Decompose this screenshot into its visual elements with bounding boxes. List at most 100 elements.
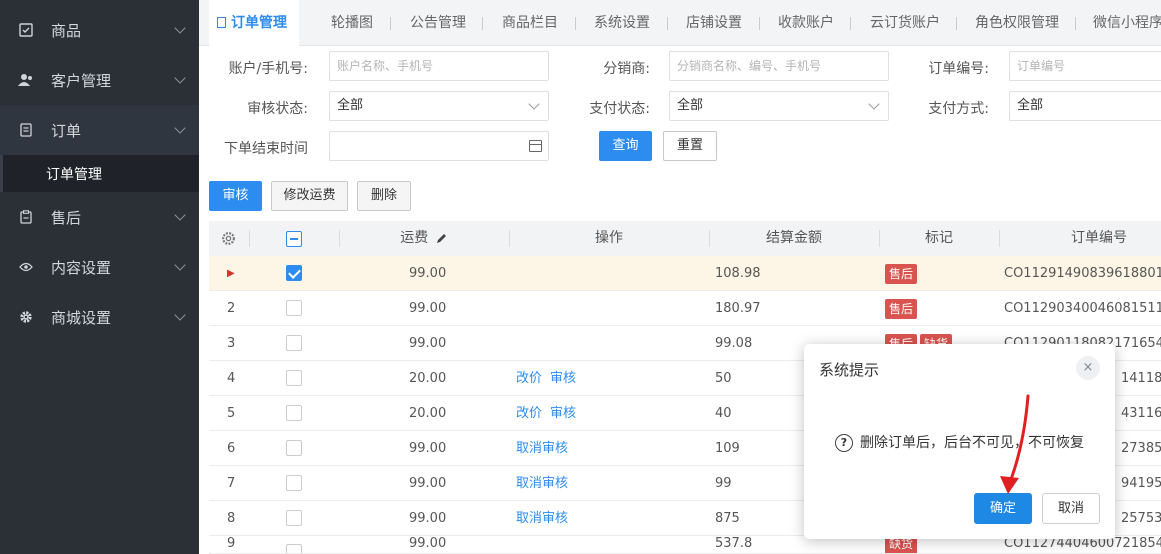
row-checkbox[interactable] (286, 300, 302, 316)
file-icon (217, 17, 226, 28)
row-checkbox[interactable] (286, 405, 302, 421)
sidebar-item-content-settings[interactable]: 内容设置 (0, 242, 199, 292)
tab-wechat-mini-program[interactable]: 微信小程序 (1093, 0, 1161, 46)
tab-payment-accounts[interactable]: 收款账户 (778, 0, 834, 46)
row-checkbox[interactable] (286, 265, 302, 281)
freight-cell: 99.00 (409, 511, 447, 526)
row-checkbox[interactable] (286, 475, 302, 491)
row-index: 5 (227, 406, 236, 421)
chevron-down-icon (174, 209, 186, 221)
end-time-label: 下单结束时间 (224, 141, 308, 157)
audit-link[interactable]: 审核 (550, 406, 576, 421)
audit-button[interactable]: 审核 (209, 181, 262, 211)
order-no-cell: 141183 (1121, 371, 1161, 386)
row-index: 7 (227, 476, 236, 491)
cancel-audit-link[interactable]: 取消审核 (516, 511, 568, 526)
order-no-cell: 257535 (1121, 511, 1161, 526)
tab-announcements[interactable]: 公告管理 (410, 0, 466, 46)
chevron-down-icon (174, 259, 186, 271)
table-row[interactable]: ▶ 99.00 108.98 售后 CO1129149083961880191 (209, 256, 1161, 291)
edit-freight-button[interactable]: 修改运费 (271, 181, 348, 211)
pay-status-select[interactable]: 全部 (669, 91, 889, 121)
sidebar-item-orders[interactable]: 订单 (0, 105, 199, 155)
confirm-button[interactable]: 确定 (974, 493, 1032, 524)
row-checkbox[interactable] (286, 335, 302, 351)
audit-status-select[interactable]: 全部 (329, 91, 549, 121)
sidebar-item-customers[interactable]: 客户管理 (0, 55, 199, 105)
distributor-label: 分销商: (603, 61, 650, 77)
pay-status-value: 全部 (677, 98, 704, 113)
amount-cell: 50 (715, 371, 732, 386)
tags-cell: 售后 (885, 256, 920, 291)
tab-carousel[interactable]: 轮播图 (331, 0, 373, 46)
sidebar-subitem-order-management[interactable]: 订单管理 (0, 155, 199, 192)
tab-order-management[interactable]: 订单管理 (209, 0, 299, 46)
change-price-link[interactable]: 改价 (516, 406, 542, 421)
tab-cloud-order-accounts[interactable]: 云订货账户 (870, 0, 940, 46)
freight-cell: 99.00 (409, 441, 447, 456)
tags-cell: 售后 (885, 291, 920, 326)
freight-cell: 20.00 (409, 406, 447, 421)
close-icon[interactable]: × (1076, 356, 1100, 380)
tab-product-columns[interactable]: 商品栏目 (502, 0, 558, 46)
order-no-cell: CO1129149083961880191 (1004, 266, 1161, 281)
query-button[interactable]: 查询 (599, 131, 652, 161)
chevron-down-icon (174, 122, 186, 134)
reset-button[interactable]: 重置 (663, 131, 717, 161)
gear-icon (18, 309, 34, 325)
tab-system-settings[interactable]: 系统设置 (594, 0, 650, 46)
freight-cell: 99.00 (409, 536, 447, 551)
pay-method-value: 全部 (1017, 98, 1044, 113)
tab-bar: 订单管理 轮播图 公告管理 商品栏目 系统设置 店铺设置 收款账户 云订货账户 … (199, 0, 1161, 46)
tab-role-permissions[interactable]: 角色权限管理 (975, 0, 1059, 46)
checkbox-icon (18, 22, 34, 38)
row-index: 3 (227, 336, 236, 351)
column-header-amount[interactable]: 结算金额 (709, 221, 879, 256)
amount-cell: 875 (715, 511, 740, 526)
eye-icon (18, 259, 34, 275)
select-all-checkbox[interactable] (286, 231, 302, 247)
tab-store-settings[interactable]: 店铺设置 (686, 0, 742, 46)
account-input[interactable]: 账户名称、手机号 (329, 51, 549, 81)
amount-cell: 99.08 (715, 336, 753, 351)
chevron-down-icon (174, 309, 186, 321)
after-sales-tag: 售后 (885, 298, 918, 319)
order-no-input[interactable]: 订单编号 (1009, 51, 1161, 81)
amount-cell: 99 (715, 476, 732, 491)
sidebar-item-after-sales[interactable]: 售后 (0, 192, 199, 242)
cancel-audit-link[interactable]: 取消审核 (516, 441, 568, 456)
chevron-down-icon (528, 98, 540, 110)
change-price-link[interactable]: 改价 (516, 371, 542, 386)
order-no-label: 订单编号: (928, 61, 989, 77)
tab-separator (1075, 17, 1076, 30)
cancel-audit-link[interactable]: 取消审核 (516, 476, 568, 491)
row-index: 8 (227, 511, 236, 526)
sidebar-item-label: 订单 (51, 121, 82, 140)
pencil-icon[interactable] (436, 223, 448, 258)
freight-cell: 99.00 (409, 476, 447, 491)
row-checkbox[interactable] (286, 510, 302, 526)
pay-method-select[interactable]: 全部 (1009, 91, 1161, 121)
column-header-actions: 操作 (595, 230, 623, 246)
row-checkbox[interactable] (286, 440, 302, 456)
table-row[interactable]: 2 99.00 180.97 售后 CO1129034004608151167 (209, 291, 1161, 326)
sidebar-item-products[interactable]: 商品 (0, 5, 199, 55)
audit-link[interactable]: 审核 (550, 371, 576, 386)
sidebar-item-mall-settings[interactable]: 商城设置 (0, 292, 199, 342)
column-header-order-no[interactable]: 订单编号 (999, 221, 1161, 256)
row-index: 4 (227, 371, 236, 386)
freight-cell: 20.00 (409, 371, 447, 386)
tab-separator (667, 17, 668, 30)
pay-method-label: 支付方式: (928, 101, 989, 117)
delete-button[interactable]: 删除 (357, 181, 411, 211)
distributor-input[interactable]: 分销商名称、编号、手机号 (669, 51, 889, 81)
row-checkbox[interactable] (286, 370, 302, 386)
amount-cell: 108.98 (715, 266, 761, 281)
account-label: 账户/手机号: (228, 61, 308, 77)
tab-separator (390, 17, 391, 30)
column-header-freight[interactable]: 运费 (339, 221, 509, 256)
settings-gear-icon[interactable] (221, 231, 236, 250)
end-time-input[interactable] (329, 131, 549, 161)
cancel-button[interactable]: 取消 (1042, 493, 1100, 524)
row-checkbox[interactable] (286, 544, 302, 553)
